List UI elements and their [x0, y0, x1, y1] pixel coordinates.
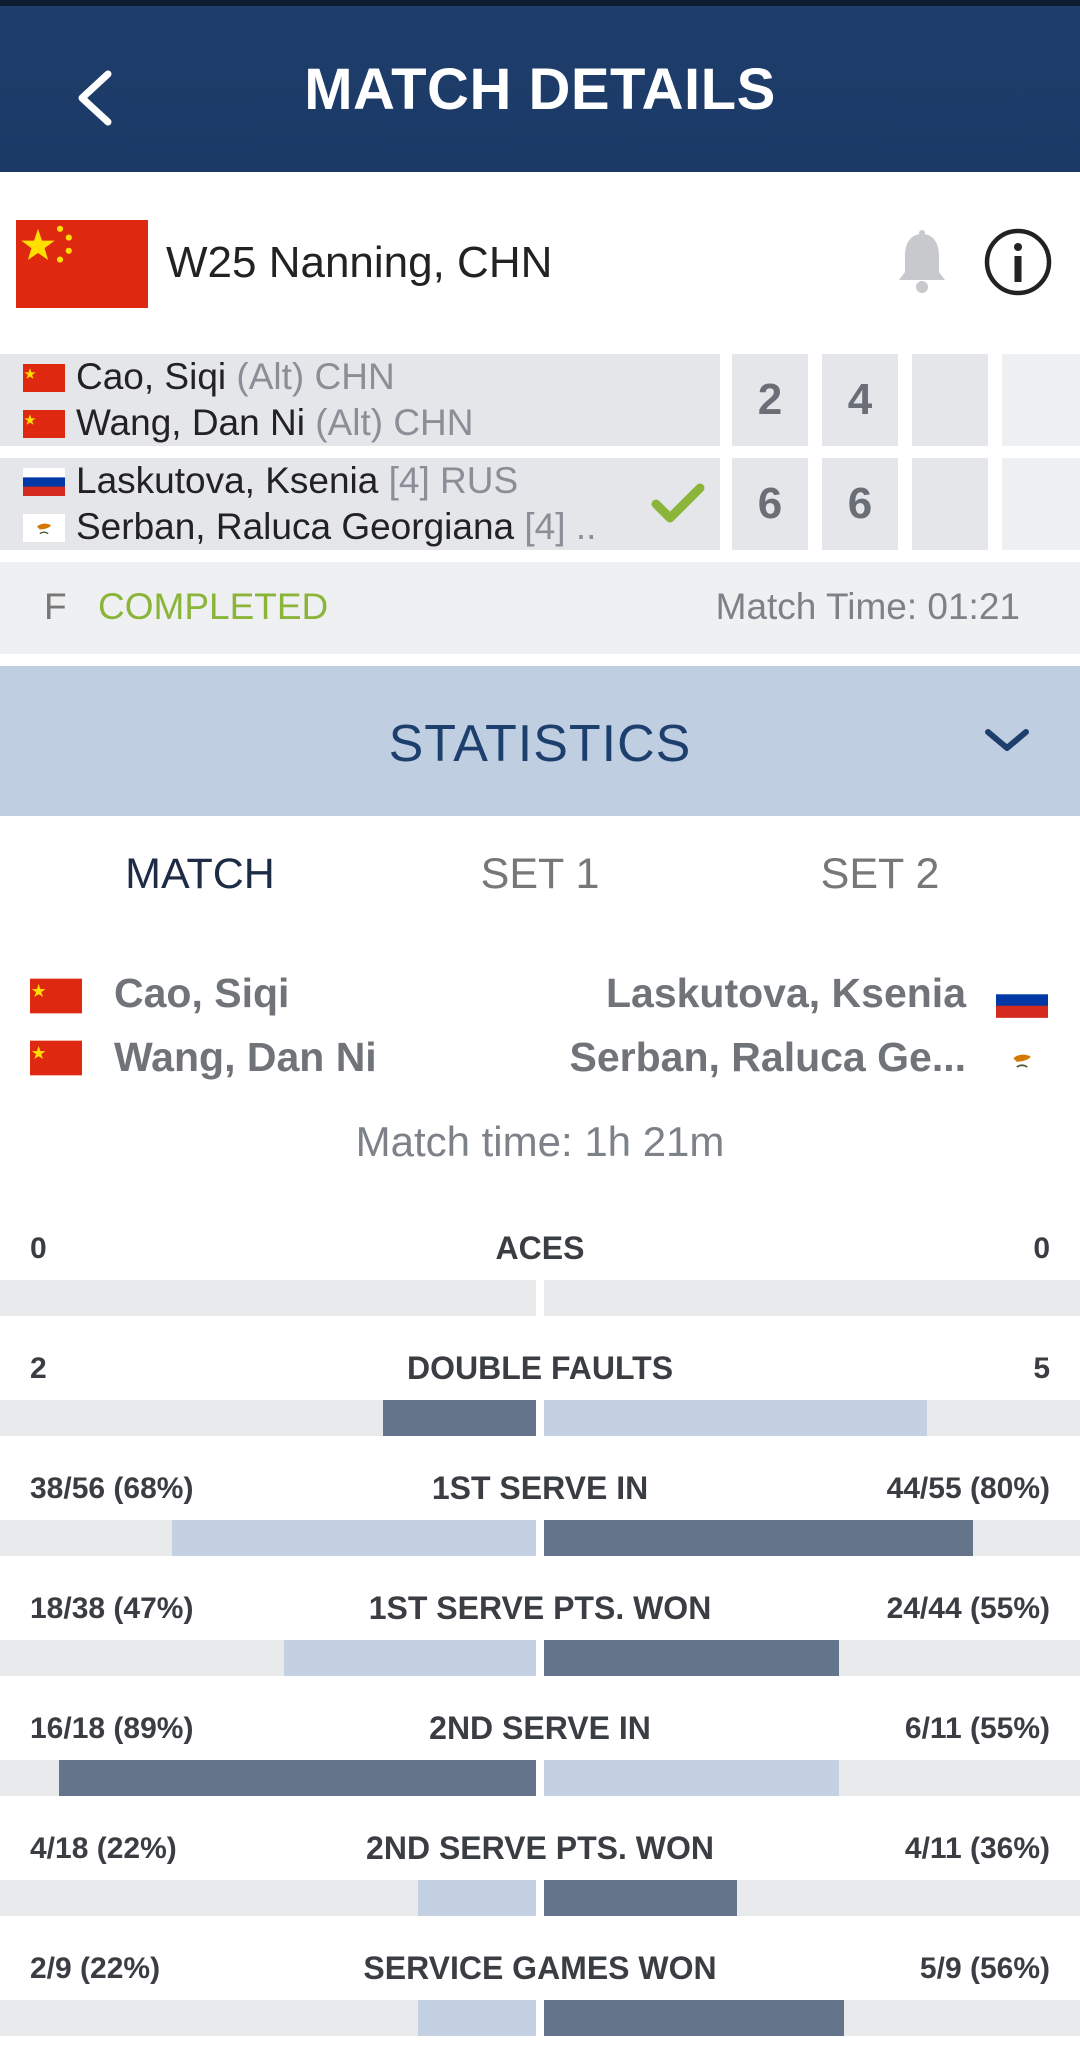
stat-bar-right: [544, 1400, 927, 1436]
tab-set-1[interactable]: SET 1: [380, 850, 700, 899]
player-name: Cao, Siqi (Alt) CHN: [76, 356, 395, 397]
cyprus-flag-icon: [23, 514, 65, 542]
china-flag-icon: [23, 410, 65, 438]
chevron-down-icon[interactable]: [982, 724, 1032, 756]
team-1-names: Cao, Siqi (Alt) CHN Wang, Dan Ni (Alt) C…: [0, 354, 720, 446]
stat-bar-left-track: [0, 2000, 536, 2036]
china-flag-icon: [30, 1040, 82, 1076]
stat-bar-left-track: [0, 1400, 536, 1436]
stat-bar-left: [418, 1880, 536, 1916]
stat-bar-right: [544, 1640, 839, 1676]
team-row-2[interactable]: Laskutova, Ksenia [4] RUS Serban, Raluca…: [0, 458, 1080, 550]
stat-bar-right-track: [544, 1400, 1080, 1436]
stat-label: ACES: [495, 1230, 585, 1266]
tournament-name: W25 Nanning, CHN: [166, 238, 553, 287]
tab-match[interactable]: MATCH: [0, 850, 400, 899]
stats-tabs: MATCH SET 1 SET 2: [0, 816, 1080, 936]
stat-bar-right-track: [544, 1880, 1080, 1916]
statistics-title: STATISTICS: [388, 715, 692, 773]
team-1-player-2: Wang, Dan Ni: [114, 1034, 377, 1080]
stat-bar-right-track: [544, 1520, 1080, 1556]
team-1-player-1: Cao, Siqi: [114, 970, 290, 1016]
stat-label: SERVICE GAMES WON: [363, 1950, 717, 1986]
team-2-names: Laskutova, Ksenia [4] RUS Serban, Raluca…: [0, 458, 720, 550]
team-2-player-2: Serban, Raluca Ge...: [569, 1034, 967, 1080]
set-score: 6: [732, 458, 808, 550]
stat-right-value: 4/11 (36%): [904, 1832, 1050, 1865]
top-bar: MATCH DETAILS: [0, 0, 1080, 172]
stat-bar-left-track: [0, 1280, 536, 1316]
stat-row: 18/38 (47%) 1ST SERVE PTS. WON 24/44 (55%): [0, 1590, 1080, 1712]
stat-bar-left: [418, 2000, 536, 2036]
stat-bar-right: [544, 2000, 844, 2036]
stat-row: 4/18 (22%) 2ND SERVE PTS. WON 4/11 (36%): [0, 1830, 1080, 1952]
cyprus-flag-icon: [996, 1042, 1048, 1078]
set-score: 2: [732, 354, 808, 446]
stat-row: 2/9 (22%) SERVICE GAMES WON 5/9 (56%): [0, 1950, 1080, 2045]
bell-icon[interactable]: [892, 228, 952, 298]
stat-bar-left-track: [0, 1520, 536, 1556]
stat-label: DOUBLE FAULTS: [406, 1350, 674, 1386]
winner-check-icon: [651, 483, 705, 523]
set-score-empty: [912, 458, 988, 550]
set-score-empty: [1002, 458, 1080, 550]
russia-flag-icon: [23, 468, 65, 496]
stat-bar-left: [383, 1400, 536, 1436]
stat-right-value: 44/55 (80%): [886, 1472, 1050, 1505]
stat-bar-left-track: [0, 1640, 536, 1676]
page-title: MATCH DETAILS: [304, 57, 776, 122]
stat-bar-right: [544, 1880, 737, 1916]
russia-flag-icon: [996, 982, 1048, 1018]
teams-comparison: Cao, Siqi Wang, Dan Ni Laskutova, Ksenia…: [0, 960, 1080, 1090]
team-row-1[interactable]: Cao, Siqi (Alt) CHN Wang, Dan Ni (Alt) C…: [0, 354, 1080, 446]
stat-row: 0 ACES 0: [0, 1230, 1080, 1352]
stat-bar-left: [59, 1760, 536, 1796]
stat-right-value: 6/11 (55%): [904, 1712, 1050, 1745]
tab-set-2[interactable]: SET 2: [720, 850, 1040, 899]
set-score: 6: [822, 458, 898, 550]
tournament-header: W25 Nanning, CHN: [0, 172, 1080, 354]
scoreboard: Cao, Siqi (Alt) CHN Wang, Dan Ni (Alt) C…: [0, 354, 1080, 562]
stat-row: 38/56 (68%) 1ST SERVE IN 44/55 (80%): [0, 1470, 1080, 1592]
stat-bar-right-track: [544, 1760, 1080, 1796]
stat-right-value: 5: [1033, 1352, 1050, 1385]
stat-right-value: 0: [1033, 1232, 1050, 1265]
match-time-label: Match Time: 01:21: [715, 586, 1020, 627]
stat-row: 2 DOUBLE FAULTS 5: [0, 1350, 1080, 1472]
statistics-toggle[interactable]: STATISTICS: [0, 666, 1080, 816]
player-name: Laskutova, Ksenia [4] RUS: [76, 460, 519, 501]
round-label: F: [44, 586, 67, 627]
stat-right-value: 5/9 (56%): [919, 1952, 1050, 1985]
set-score-empty: [1002, 354, 1080, 446]
set-score-empty: [912, 354, 988, 446]
stat-right-value: 24/44 (55%): [886, 1592, 1050, 1625]
stat-bar-right-track: [544, 2000, 1080, 2036]
stat-bar-left: [284, 1640, 536, 1676]
stat-bar-left-track: [0, 1880, 536, 1916]
player-name: Wang, Dan Ni (Alt) CHN: [76, 402, 474, 443]
team-2-player-1: Laskutova, Ksenia: [605, 970, 966, 1016]
player-name: Serban, Raluca Georgiana [4] ..: [76, 506, 597, 547]
status-label: COMPLETED: [98, 586, 329, 627]
china-flag-icon: [23, 364, 65, 392]
set-score: 4: [822, 354, 898, 446]
stat-bar-right-track: [544, 1280, 1080, 1316]
stat-bar-right: [544, 1520, 973, 1556]
stat-bar-right: [544, 1760, 839, 1796]
stat-row: 16/18 (89%) 2ND SERVE IN 6/11 (55%): [0, 1710, 1080, 1832]
china-flag-icon: [30, 978, 82, 1014]
stat-bar-right-track: [544, 1640, 1080, 1676]
stat-bar-left: [172, 1520, 536, 1556]
match-duration: Match time: 1h 21m: [355, 1118, 725, 1165]
match-status-bar: F COMPLETED Match Time: 01:21: [0, 562, 1080, 654]
info-icon[interactable]: [982, 226, 1054, 298]
china-flag-icon: [16, 220, 148, 308]
stat-bar-left-track: [0, 1760, 536, 1796]
